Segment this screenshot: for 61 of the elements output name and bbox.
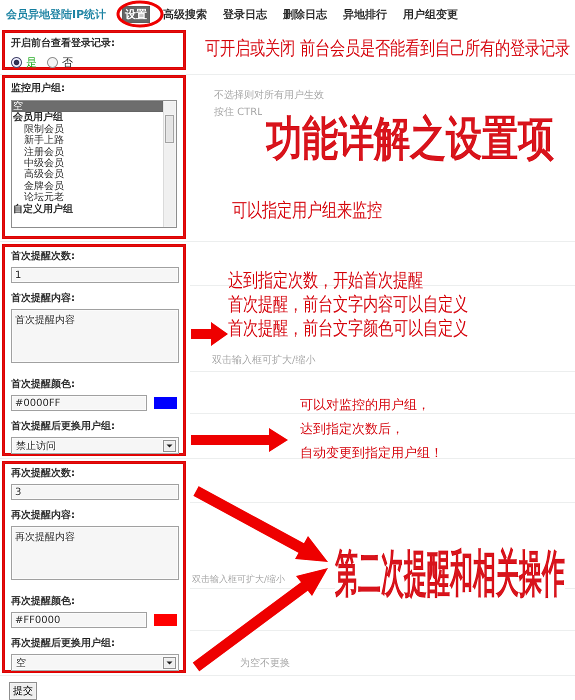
radio-button[interactable] (47, 57, 58, 68)
annotation-text: 可以对监控的用户组， (300, 397, 431, 415)
hint-text: 不选择则对所有用户生效 (214, 88, 325, 103)
annotation-text: 可开启或关闭 前台会员是否能看到自己所有的登录记录 (205, 36, 570, 62)
list-option[interactable]: 自定义用户组 (12, 204, 163, 216)
annotation-text: 首次提醒，前台文字内容可以自定义 (228, 292, 468, 318)
field-label: 监控用户组: (11, 82, 66, 96)
plugin-title[interactable]: 会员异地登陆IP统计 (6, 6, 106, 22)
annotation-text: 首次提醒，前台文字颜色可以自定义 (228, 316, 468, 342)
submit-button[interactable]: 提交 (9, 682, 37, 700)
field-label: 再次提醒后更换用户组: (11, 637, 116, 651)
field-label: 再次提醒颜色: (11, 595, 76, 609)
text-area[interactable]: 再次提醒内容 (11, 526, 179, 580)
input-field[interactable]: #0000FF (11, 395, 147, 411)
annotation-text: 可以指定用户组来监控 (232, 198, 382, 224)
annotation-text: 达到指定次数，开始首次提醒 (228, 268, 424, 294)
radio-label: 是 (26, 55, 37, 70)
hint-text: 双击输入框可扩大/缩小 (212, 354, 316, 368)
list-option[interactable]: 会员用户组 (12, 112, 163, 124)
list-option[interactable]: 金牌会员 (12, 180, 163, 192)
field-label: 再次提醒内容: (11, 509, 76, 523)
color-swatch[interactable] (154, 614, 177, 626)
color-swatch[interactable] (154, 397, 177, 409)
arrow (191, 322, 228, 346)
input-field[interactable]: #FF0000 (11, 612, 147, 628)
hint-text: 双击输入框可扩大/缩小 (192, 574, 286, 586)
field-label: 首次提醒内容: (11, 292, 76, 306)
list-option[interactable]: 论坛元老 (12, 192, 163, 204)
list-option[interactable]: 注册会员 (12, 146, 163, 158)
field-label: 首次提醒后更换用户组: (11, 420, 116, 434)
annotation-text: 第二次提醒和相关操作 (335, 545, 565, 606)
annotation-text: 自动变更到指定用户组！ (300, 445, 443, 463)
annotation-text: 达到指定次数后， (300, 421, 405, 439)
hint-text: 按住 CTRL (214, 106, 264, 120)
list-option[interactable]: 新手上路 (12, 135, 163, 147)
group-select[interactable]: 空 (11, 654, 179, 671)
list-option[interactable]: 限制会员 (12, 124, 163, 136)
nav-tab[interactable]: 异地排行 (340, 6, 390, 22)
caret-icon (163, 440, 176, 452)
radio-button[interactable] (11, 57, 22, 68)
group-select[interactable]: 禁止访问 (11, 437, 179, 454)
caret-icon (163, 656, 176, 668)
nav-tab[interactable]: 用户组变更 (400, 6, 462, 22)
hint-text: 为空不更换 (240, 656, 290, 671)
nav-tab[interactable]: 删除日志 (280, 6, 330, 22)
input-field[interactable]: 1 (11, 267, 179, 283)
field-label: 再次提醒次数: (11, 467, 76, 481)
nav-tab[interactable]: 高级搜索 (160, 6, 210, 22)
text-area[interactable]: 首次提醒内容 (11, 309, 179, 363)
list-option[interactable]: 高级会员 (12, 169, 163, 181)
annotation-text: 功能详解之设置项 (266, 112, 554, 168)
field-label: 开启前台查看登录记录: (11, 37, 116, 51)
list-option[interactable]: 中级会员 (12, 158, 163, 170)
scrollbar[interactable] (163, 101, 176, 227)
input-field[interactable]: 3 (11, 484, 179, 500)
field-label: 首次提醒颜色: (11, 378, 76, 392)
nav-tab[interactable]: 登录日志 (220, 6, 270, 22)
highlight-ellipse (116, 0, 164, 28)
field-label: 首次提醒次数: (11, 250, 76, 264)
nav-tab[interactable]: 设置 (122, 6, 150, 22)
radio-label: 否 (62, 55, 73, 70)
